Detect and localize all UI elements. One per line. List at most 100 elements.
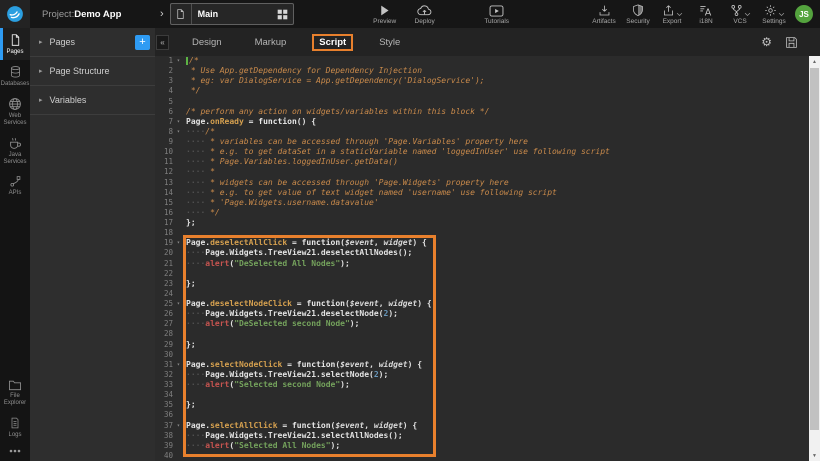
line-number[interactable]: 1▾ bbox=[155, 56, 181, 66]
script-editor[interactable]: 1▾/*2 * Use App.getDependency for Depend… bbox=[155, 56, 820, 461]
topbar-action-security[interactable]: Security bbox=[625, 4, 651, 25]
line-number[interactable]: 26 bbox=[155, 309, 181, 319]
open-page-tab[interactable]: Main bbox=[170, 3, 294, 25]
fold-marker-icon[interactable]: ▾ bbox=[177, 56, 180, 66]
sidebar-item-pages[interactable]: Pages bbox=[0, 28, 30, 60]
line-number[interactable]: 28 bbox=[155, 329, 181, 339]
topbar-action-tutorials[interactable]: Tutorials bbox=[484, 4, 510, 25]
code-line-content: Page.onReady = function() { bbox=[181, 117, 316, 127]
topbar-action-export[interactable]: Export bbox=[659, 4, 685, 25]
editor-scrollbar[interactable]: ▲ ▼ bbox=[809, 56, 820, 461]
tab-style[interactable]: Style bbox=[372, 34, 407, 51]
line-number[interactable]: 14 bbox=[155, 188, 181, 198]
line-number[interactable]: 13 bbox=[155, 178, 181, 188]
more-menu-button[interactable] bbox=[0, 443, 30, 461]
code-line-content: ····Page.Widgets.TreeView21.deselectAllN… bbox=[181, 248, 412, 258]
sidebar-item-apis[interactable]: APIs bbox=[0, 170, 30, 201]
fold-marker-icon[interactable]: ▾ bbox=[177, 299, 180, 309]
line-number[interactable]: 30 bbox=[155, 350, 181, 360]
line-number[interactable]: 2 bbox=[155, 66, 181, 76]
line-number[interactable]: 6 bbox=[155, 107, 181, 117]
line-number[interactable]: 27 bbox=[155, 319, 181, 329]
line-number[interactable]: 34 bbox=[155, 390, 181, 400]
chevron-right-icon[interactable]: › bbox=[160, 8, 164, 20]
tab-markup[interactable]: Markup bbox=[248, 34, 294, 51]
topbar-action-artifacts[interactable]: Artifacts bbox=[591, 4, 617, 25]
line-number[interactable]: 39 bbox=[155, 441, 181, 451]
save-icon[interactable] bbox=[785, 36, 798, 49]
editor-settings-gear-icon[interactable]: ⚙ bbox=[761, 36, 772, 48]
topbar-action-label: Artifacts bbox=[592, 18, 615, 25]
topbar-action-preview[interactable]: Preview bbox=[372, 4, 398, 25]
settings-gear-icon bbox=[764, 4, 777, 17]
line-number[interactable]: 17 bbox=[155, 218, 181, 228]
sidebar-item-logs[interactable]: Logs bbox=[0, 411, 30, 443]
line-number[interactable]: 32 bbox=[155, 370, 181, 380]
line-number[interactable]: 10 bbox=[155, 147, 181, 157]
line-number[interactable]: 12 bbox=[155, 167, 181, 177]
line-number[interactable]: 25▾ bbox=[155, 299, 181, 309]
line-number[interactable]: 38 bbox=[155, 431, 181, 441]
fold-marker-icon[interactable]: ▾ bbox=[177, 360, 180, 370]
sidebar-item-label: Logs bbox=[8, 432, 21, 439]
rail-top-items: PagesDatabases Web Services Java ServicesA… bbox=[0, 28, 30, 201]
line-number[interactable]: 15 bbox=[155, 198, 181, 208]
caret-right-icon: ▸ bbox=[39, 67, 43, 75]
topbar-action-deploy[interactable]: Deploy bbox=[412, 4, 438, 25]
code-area[interactable]: 1▾/*2 * Use App.getDependency for Depend… bbox=[155, 56, 809, 461]
line-number[interactable]: 3 bbox=[155, 76, 181, 86]
sidebar-item-web-services[interactable]: Web Services bbox=[0, 92, 30, 131]
code-line-content: ····alert("Selected second Node"); bbox=[181, 380, 350, 390]
add-page-button[interactable]: + bbox=[135, 35, 150, 50]
topbar-action-settings[interactable]: Settings bbox=[761, 4, 787, 25]
line-number[interactable]: 20 bbox=[155, 248, 181, 258]
line-number[interactable]: 29 bbox=[155, 340, 181, 350]
line-number[interactable]: 16 bbox=[155, 208, 181, 218]
fold-marker-icon[interactable]: ▾ bbox=[177, 117, 180, 127]
file-explorer-folder-icon bbox=[8, 379, 22, 391]
sidebar-item-label: Web Services bbox=[0, 113, 30, 127]
sidebar-item-java-services[interactable]: Java Services bbox=[0, 131, 30, 170]
line-number[interactable]: 24 bbox=[155, 289, 181, 299]
topbar-action-vcs[interactable]: VCS bbox=[727, 4, 753, 25]
line-number[interactable]: 21 bbox=[155, 259, 181, 269]
fold-marker-icon[interactable]: ▾ bbox=[177, 238, 180, 248]
line-number[interactable]: 11 bbox=[155, 157, 181, 167]
user-avatar[interactable]: JS bbox=[795, 5, 813, 23]
line-number[interactable]: 35 bbox=[155, 400, 181, 410]
code-line: 23}; bbox=[155, 279, 809, 289]
panel-row-pages[interactable]: ▸Pages+ bbox=[30, 28, 155, 57]
topbar-action-i18n[interactable]: Ai18N bbox=[693, 4, 719, 25]
line-number[interactable]: 40 bbox=[155, 451, 181, 461]
line-number[interactable]: 9 bbox=[155, 137, 181, 147]
app-logo[interactable] bbox=[0, 0, 30, 28]
line-number[interactable]: 33 bbox=[155, 380, 181, 390]
sidebar-item-file-explorer[interactable]: File Explorer bbox=[0, 374, 30, 411]
panel-row-page-structure[interactable]: ▸Page Structure bbox=[30, 57, 155, 86]
fold-marker-icon[interactable]: ▾ bbox=[177, 127, 180, 137]
scrollbar-down-arrow[interactable]: ▼ bbox=[809, 450, 820, 461]
grid-icon[interactable] bbox=[273, 9, 293, 20]
line-number[interactable]: 19▾ bbox=[155, 238, 181, 248]
scrollbar-up-arrow[interactable]: ▲ bbox=[809, 56, 820, 67]
code-line: 38····Page.Widgets.TreeView21.selectAllN… bbox=[155, 431, 809, 441]
tab-design[interactable]: Design bbox=[185, 34, 229, 51]
caret-right-icon: ▸ bbox=[39, 96, 43, 104]
line-number[interactable]: 36 bbox=[155, 410, 181, 420]
line-number[interactable]: 23 bbox=[155, 279, 181, 289]
line-number[interactable]: 7▾ bbox=[155, 117, 181, 127]
panel-row-variables[interactable]: ▸Variables bbox=[30, 86, 155, 115]
sidebar-item-databases[interactable]: Databases bbox=[0, 60, 30, 92]
line-number[interactable]: 22 bbox=[155, 269, 181, 279]
line-number[interactable]: 4 bbox=[155, 86, 181, 96]
scrollbar-thumb[interactable] bbox=[810, 68, 819, 430]
topbar-action-label: Export bbox=[663, 18, 682, 25]
line-number[interactable]: 18 bbox=[155, 228, 181, 238]
line-number[interactable]: 5 bbox=[155, 97, 181, 107]
line-number[interactable]: 31▾ bbox=[155, 360, 181, 370]
fold-marker-icon[interactable]: ▾ bbox=[177, 421, 180, 431]
line-number[interactable]: 37▾ bbox=[155, 421, 181, 431]
tab-script[interactable]: Script bbox=[312, 34, 353, 51]
line-number[interactable]: 8▾ bbox=[155, 127, 181, 137]
collapse-panel-button[interactable]: « bbox=[156, 35, 169, 50]
